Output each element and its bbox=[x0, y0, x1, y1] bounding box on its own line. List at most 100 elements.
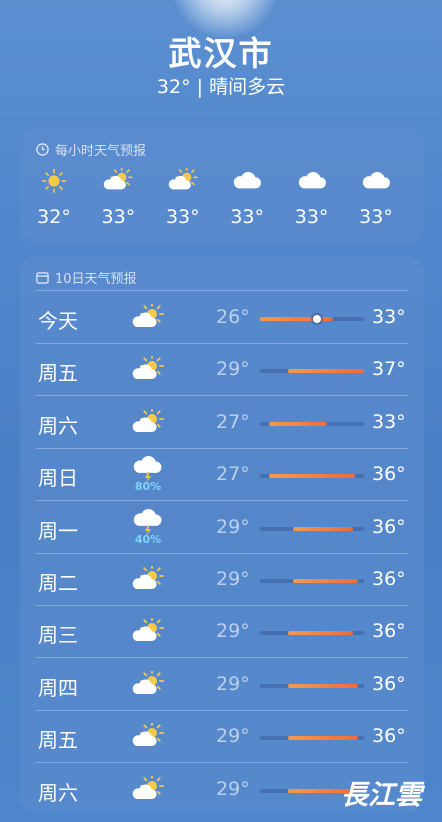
high-temp: 37° bbox=[372, 358, 406, 381]
hourly-title-text: 每小时天气预报 bbox=[55, 144, 147, 159]
high-temp: 33° bbox=[372, 306, 406, 328]
day-name: 周六 bbox=[38, 780, 78, 805]
day-name: 周三 bbox=[38, 623, 78, 648]
temp-range-fill bbox=[293, 526, 353, 531]
temp-range-fill bbox=[269, 474, 355, 479]
day-name: 周六 bbox=[38, 413, 78, 438]
current-summary: 32° | 晴间多云 bbox=[156, 76, 286, 98]
day-row[interactable]: 周六 27° 33° bbox=[20, 397, 424, 449]
rain-chance: 40% bbox=[134, 532, 162, 546]
day-name: 今天 bbox=[38, 309, 78, 333]
day-name: 周一 bbox=[38, 518, 78, 543]
temp-range-fill bbox=[293, 579, 358, 583]
day-row[interactable]: 周三 29° 36° bbox=[20, 606, 424, 659]
temp-range-fill bbox=[288, 631, 353, 636]
temp-range-fill bbox=[288, 683, 358, 688]
day-row[interactable]: 周日 80% 27° 36° bbox=[20, 449, 424, 502]
temp-range-bar bbox=[260, 579, 364, 583]
temp-range-bar bbox=[260, 736, 364, 741]
partly-cloudy-icon bbox=[130, 775, 166, 816]
hourly-item: 33° bbox=[344, 168, 408, 228]
day-row[interactable]: 周二 29° 36° bbox=[20, 554, 424, 606]
temp-range-bar bbox=[260, 526, 364, 531]
hourly-item: 33° bbox=[86, 168, 150, 228]
hourly-temp: 33° bbox=[294, 206, 329, 228]
high-temp: 36° bbox=[372, 725, 406, 748]
day-name: 周五 bbox=[38, 728, 78, 753]
high-temp: 36° bbox=[372, 515, 406, 538]
hourly-item: 33° bbox=[215, 168, 279, 228]
temp-range-fill bbox=[260, 317, 333, 321]
partly-cloudy-icon bbox=[130, 566, 166, 606]
hourly-forecast-title: 每小时天气预报 bbox=[36, 140, 146, 159]
hourly-temp: 33° bbox=[101, 206, 136, 228]
partly-cloudy-icon bbox=[130, 723, 166, 763]
daily-forecast-title: 10日天气预报 bbox=[36, 268, 137, 287]
high-temp: 33° bbox=[372, 410, 406, 433]
high-temp: 36° bbox=[372, 620, 406, 643]
partly-cloudy-icon bbox=[130, 304, 166, 344]
day-name: 周四 bbox=[38, 675, 78, 700]
high-temp: 36° bbox=[372, 672, 406, 695]
thunderstorm-icon: 80% bbox=[130, 455, 166, 495]
temp-range-bar bbox=[260, 683, 364, 688]
temp-range-bar bbox=[260, 421, 364, 426]
high-temp: 36° bbox=[372, 568, 406, 590]
partly-cloudy-icon bbox=[151, 168, 215, 194]
rain-chance: 80% bbox=[134, 480, 162, 494]
hourly-list[interactable]: 32° 33° 33° 33° 33° 33° bbox=[20, 168, 424, 238]
current-temp-dot bbox=[313, 315, 322, 323]
day-row[interactable]: 周四 29° 36° bbox=[20, 659, 424, 711]
calendar-icon bbox=[36, 272, 49, 284]
cloud-icon bbox=[215, 168, 279, 194]
hourly-item: 33° bbox=[151, 168, 215, 228]
day-name: 周日 bbox=[38, 466, 78, 491]
day-row[interactable]: 周一 40% 29° 36° bbox=[20, 502, 424, 554]
hourly-forecast-card[interactable]: 每小时天气预报 32° 33° 33° 33° 33° 33° bbox=[20, 128, 424, 244]
low-temp: 27° bbox=[216, 410, 250, 433]
partly-cloudy-icon bbox=[130, 618, 166, 658]
day-row[interactable]: 周五 29° 37° bbox=[20, 344, 424, 397]
temp-range-bar bbox=[260, 315, 364, 323]
clock-icon bbox=[36, 143, 49, 156]
low-temp: 29° bbox=[216, 672, 250, 695]
cloud-icon bbox=[280, 168, 344, 194]
temp-range-bar bbox=[260, 369, 364, 374]
low-temp: 29° bbox=[216, 620, 250, 643]
low-temp: 26° bbox=[216, 306, 250, 328]
hourly-temp: 33° bbox=[359, 206, 393, 228]
hourly-item: 33° bbox=[280, 168, 344, 228]
day-row[interactable]: 周五 29° 36° bbox=[20, 711, 424, 764]
low-temp: 27° bbox=[216, 463, 250, 486]
temp-range-bar bbox=[260, 474, 364, 479]
temp-range-fill bbox=[269, 421, 327, 426]
hourly-item: 32° bbox=[22, 168, 86, 228]
city-name: 武汉市 bbox=[168, 34, 274, 73]
daily-forecast-card[interactable]: 10日天气预报 今天 26° 33° 周五 29° 37° 周六 27° 33° 周日 80% 27°… bbox=[20, 256, 424, 812]
location-header: 武汉市 32° | 晴间多云 bbox=[0, 34, 442, 100]
daily-title-text: 10日天气预报 bbox=[55, 272, 137, 287]
partly-cloudy-icon bbox=[130, 408, 166, 449]
divider bbox=[36, 290, 408, 291]
cloud-icon bbox=[344, 168, 408, 194]
day-row[interactable]: 今天 26° 33° bbox=[20, 292, 424, 344]
partly-cloudy-icon bbox=[86, 168, 150, 194]
hourly-temp: 33° bbox=[165, 206, 200, 228]
hourly-temp: 33° bbox=[230, 206, 265, 228]
day-name: 周二 bbox=[38, 571, 78, 595]
sun-icon bbox=[22, 168, 86, 194]
hourly-temp: 32° bbox=[37, 206, 71, 228]
low-temp: 29° bbox=[216, 515, 250, 538]
low-temp: 29° bbox=[216, 358, 250, 381]
low-temp: 29° bbox=[216, 568, 250, 590]
day-name: 周五 bbox=[38, 361, 78, 386]
temp-range-fill bbox=[288, 369, 364, 374]
thunderstorm-icon: 40% bbox=[130, 508, 166, 548]
partly-cloudy-icon bbox=[130, 670, 166, 711]
temp-range-fill bbox=[288, 736, 358, 741]
low-temp: 29° bbox=[216, 777, 250, 800]
high-temp: 36° bbox=[372, 463, 406, 486]
partly-cloudy-icon bbox=[130, 356, 166, 396]
temp-range-bar bbox=[260, 631, 364, 636]
low-temp: 29° bbox=[216, 725, 250, 748]
